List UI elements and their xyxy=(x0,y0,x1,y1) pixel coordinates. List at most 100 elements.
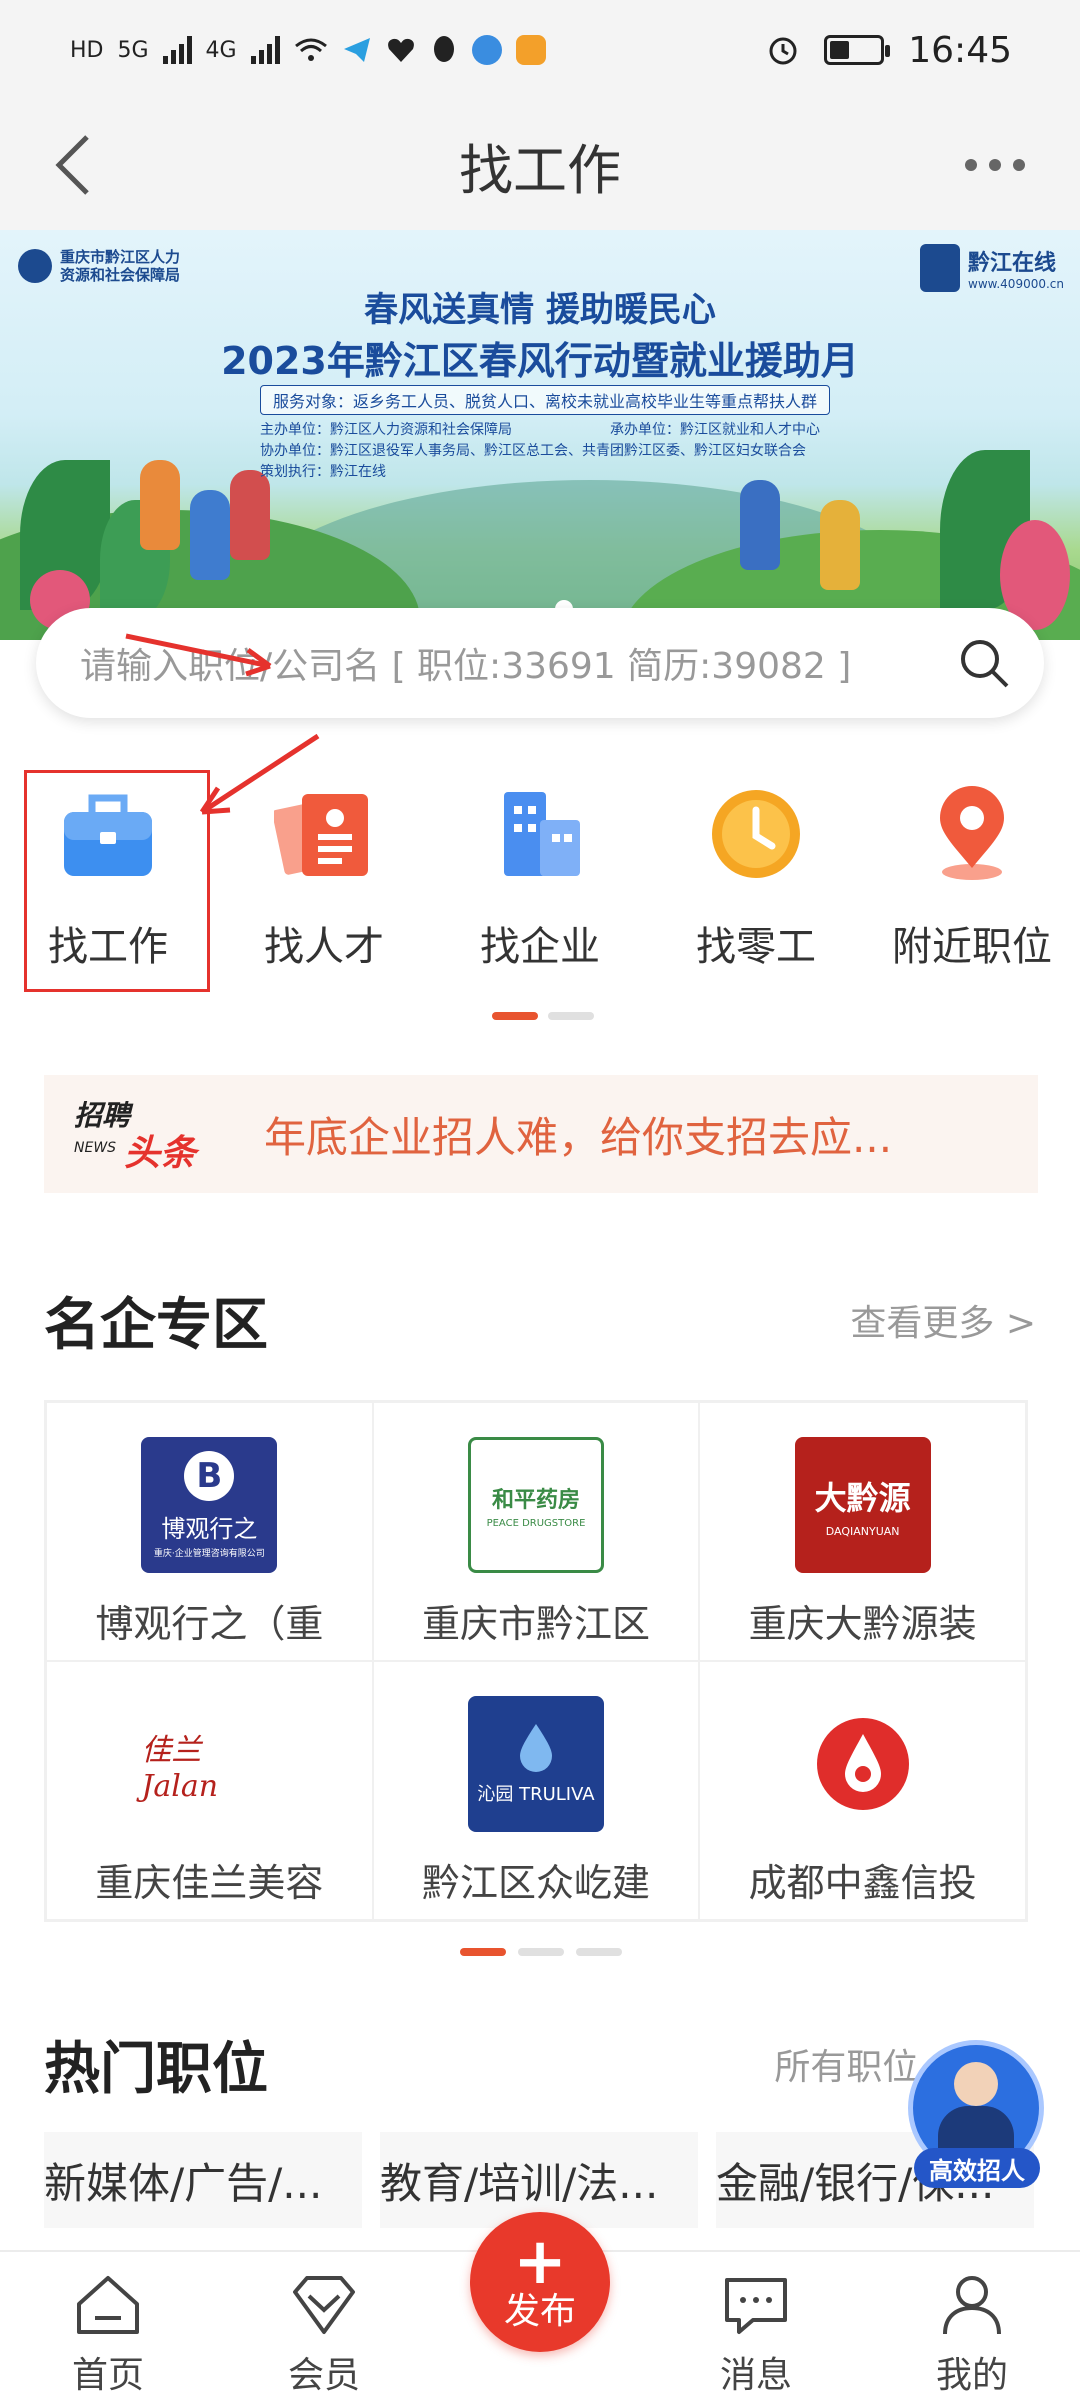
clock-icon xyxy=(706,784,806,884)
company-name: 重庆市黔江区 xyxy=(421,1602,650,1646)
pager-dot xyxy=(518,1948,564,1956)
recruit-float-button[interactable]: 高效招人 xyxy=(908,2040,1044,2200)
telegram-icon xyxy=(343,38,370,62)
banner-organizer: 承办单位：黔江区就业和人才中心 xyxy=(610,422,820,438)
logo-text: 博观行之 xyxy=(161,1515,258,1543)
company-name: 成都中鑫信投 xyxy=(748,1861,977,1905)
quick-nearby-jobs[interactable]: 附近职位 xyxy=(864,770,1080,970)
screen: HD 5G 4G 16:45 找工作 重庆市黔江区人力 资源和社会保障局 黔江在… xyxy=(0,0,1080,2400)
alarm-icon xyxy=(769,37,797,65)
quick-find-company[interactable]: 找企业 xyxy=(432,770,648,970)
banner-exec: 策划执行：黔江在线 xyxy=(260,464,386,480)
avatar xyxy=(954,2062,998,2106)
job-category[interactable]: 新媒体/广告/... xyxy=(44,2132,362,2228)
status-bar: HD 5G 4G 16:45 xyxy=(0,0,1080,100)
signal-icon-2 xyxy=(250,36,280,64)
banner-slogan: 春风送真情 援助暖民心 xyxy=(364,290,716,330)
status-time: 16:45 xyxy=(908,29,1012,71)
annotation-highlight-box xyxy=(24,770,210,992)
tab-label: 我的 xyxy=(935,2355,1008,2396)
plus-icon: + xyxy=(513,2225,567,2299)
4g-label: 4G xyxy=(205,37,237,63)
pager-dot-active xyxy=(492,1012,538,1020)
annotation-arrow-1 xyxy=(125,633,272,677)
org-logo xyxy=(18,249,52,283)
company-name: 重庆大黔源装 xyxy=(748,1602,977,1646)
hot-section-title: 热门职位 xyxy=(44,2037,268,2102)
company-card[interactable]: 成都中鑫信投 xyxy=(699,1661,1026,1920)
water-drop-icon xyxy=(519,1724,552,1772)
logo-text: 和平药房 xyxy=(491,1487,580,1513)
heart-icon xyxy=(387,38,414,62)
company-grid: B 博观行之 重庆·企业管理咨询有限公司 博观行之（重 和平药房 PEACE D… xyxy=(44,1400,1028,1922)
quick-label: 找零工 xyxy=(696,924,816,970)
headline-badge: 招聘 头条 NEWS xyxy=(74,1094,214,1174)
famous-section-title: 名企专区 xyxy=(44,1293,268,1358)
banner-info-right: 承办单位：黔江区就业和人才中心 xyxy=(610,420,820,441)
company-name: 黔江区众屹建 xyxy=(421,1861,650,1905)
publish-button[interactable]: + 发布 xyxy=(470,2212,610,2352)
resume-icon xyxy=(272,784,374,884)
browser-icon xyxy=(471,35,502,65)
pager-dot xyxy=(576,1948,622,1956)
quick-label: 附近职位 xyxy=(892,924,1052,970)
more-dots-icon xyxy=(965,159,977,171)
company-logo: 佳兰 Jalan xyxy=(141,1696,278,1832)
more-button[interactable] xyxy=(950,130,1040,200)
badge-sub: NEWS xyxy=(74,1140,117,1156)
wifi-icon xyxy=(294,38,327,61)
badge-top: 招聘 xyxy=(74,1099,131,1132)
battery-icon xyxy=(824,35,891,65)
nav-bar: 找工作 xyxy=(0,100,1080,230)
quick-menu-pager xyxy=(492,1012,594,1020)
tab-label: 消息 xyxy=(719,2355,792,2396)
company-card[interactable]: 大黔源 DAQIANYUAN 重庆大黔源装 xyxy=(699,1402,1026,1661)
banner-coorg: 协办单位：黔江区退役军人事务局、黔江区总工会、共青团黔江区委、黔江区妇女联合会 xyxy=(260,443,806,459)
company-card[interactable]: B 博观行之 重庆·企业管理咨询有限公司 博观行之（重 xyxy=(46,1402,373,1661)
quick-label: 找企业 xyxy=(480,924,600,970)
company-name: 博观行之（重 xyxy=(95,1602,324,1646)
hd-label: HD xyxy=(70,37,104,63)
banner-org-line1: 重庆市黔江区人力 xyxy=(60,248,181,266)
quick-find-talent[interactable]: 找人才 xyxy=(216,770,432,970)
company-card[interactable]: 沁园 TRULIVA 黔江区众屹建 xyxy=(372,1661,700,1920)
news-headline[interactable]: 招聘 头条 NEWS 年底企业招人难，给你支招去应... xyxy=(44,1075,1038,1193)
banner-title: 2023年黔江区春风行动暨就业援助月 xyxy=(221,339,859,383)
company-logo: 沁园 TRULIVA xyxy=(467,1696,604,1832)
quick-label: 找人才 xyxy=(264,924,384,970)
logo-sub: DAQIANYUAN xyxy=(825,1524,900,1538)
banner-target: 服务对象：返乡务工人员、脱贫人口、离校未就业高校毕业生等重点帮扶人群 xyxy=(260,385,831,415)
logo-text: 沁园 TRULIVA xyxy=(477,1784,595,1805)
status-left: HD 5G 4G xyxy=(70,35,546,65)
promo-banner[interactable]: 重庆市黔江区人力 资源和社会保障局 黔江在线 www.409000.cn 春风送… xyxy=(0,230,1080,640)
back-button[interactable] xyxy=(38,130,108,200)
company-logo: 和平药房 PEACE DRUGSTORE xyxy=(467,1437,604,1573)
page-title: 找工作 xyxy=(459,138,621,202)
pager-dot-active xyxy=(460,1948,506,1956)
quick-find-gig[interactable]: 找零工 xyxy=(648,770,864,970)
chevron-left-icon xyxy=(55,135,89,195)
status-right: 16:45 xyxy=(766,30,1012,71)
tab-label: 会员 xyxy=(287,2355,360,2396)
badge-mid: 头条 xyxy=(124,1133,197,1174)
float-label: 高效招人 xyxy=(914,2148,1040,2188)
tab-profile[interactable]: 我的 xyxy=(864,2252,1080,2400)
app-icon xyxy=(515,35,546,65)
logo-sub: 重庆·企业管理咨询有限公司 xyxy=(153,1549,265,1559)
location-pin-icon xyxy=(922,784,1022,884)
qq-icon xyxy=(433,36,454,62)
headline-text: 年底企业招人难，给你支招去应... xyxy=(264,1112,893,1162)
tab-messages[interactable]: 消息 xyxy=(648,2252,864,2400)
company-logo xyxy=(794,1696,931,1832)
company-pager xyxy=(460,1948,622,1956)
publish-label: 发布 xyxy=(503,2291,576,2332)
company-card[interactable]: 佳兰 Jalan 重庆佳兰美容 xyxy=(46,1661,373,1920)
company-card[interactable]: 和平药房 PEACE DRUGSTORE 重庆市黔江区 xyxy=(372,1402,700,1661)
member-diamond-icon xyxy=(293,2276,355,2334)
tab-member[interactable]: 会员 xyxy=(216,2252,432,2400)
search-icon[interactable] xyxy=(954,633,1014,693)
famous-more-link[interactable]: 查看更多 > xyxy=(850,1294,1036,1346)
tab-home[interactable]: 首页 xyxy=(0,2252,216,2400)
tab-label: 首页 xyxy=(71,2355,144,2396)
pager-dot xyxy=(548,1012,594,1020)
